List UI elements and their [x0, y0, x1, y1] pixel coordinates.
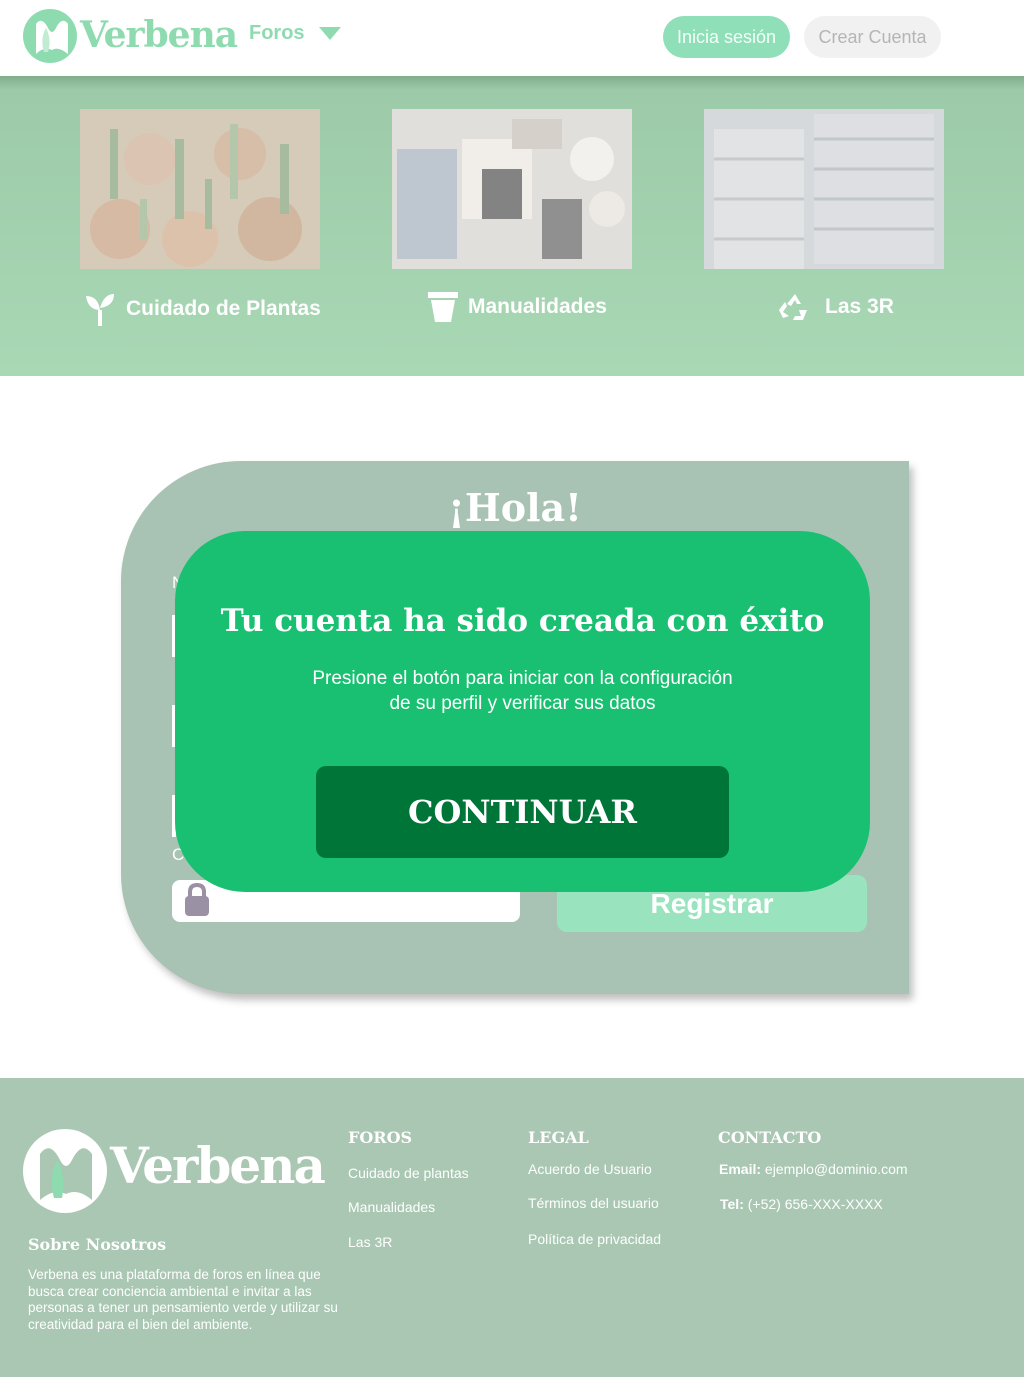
lock-icon — [185, 883, 209, 916]
footer-link-user-agreement[interactable]: Acuerdo de Usuario — [528, 1161, 652, 1177]
category-label: Las 3R — [825, 295, 894, 318]
footer-link-user-terms[interactable]: Términos del usuario — [528, 1195, 659, 1211]
about-heading: Sobre Nosotros — [28, 1235, 167, 1254]
category-label: Cuidado de Plantas — [126, 297, 321, 320]
site-footer: Verbena Sobre Nosotros Verbena es una pl… — [0, 1078, 1024, 1377]
footer-link-3r[interactable]: Las 3R — [348, 1234, 392, 1250]
verbena-logo[interactable]: Verbena — [22, 6, 238, 66]
login-button[interactable]: Inicia sesión — [663, 16, 790, 58]
category-label: Manualidades — [468, 295, 607, 318]
footer-link-privacy[interactable]: Política de privacidad — [528, 1231, 661, 1247]
about-text: Verbena es una plataforma de foros en lí… — [28, 1267, 338, 1332]
verbena-leaf-icon — [23, 1129, 107, 1213]
logo-text: Verbena — [80, 14, 238, 56]
site-header: Verbena Foros Inicia sesión Crear Cuenta — [0, 0, 1024, 76]
footer-link-plants[interactable]: Cuidado de plantas — [348, 1165, 469, 1181]
create-account-button[interactable]: Crear Cuenta — [804, 16, 941, 58]
foros-label: Foros — [249, 22, 305, 44]
modal-message-line1: Presione el botón para iniciar con la co… — [312, 668, 733, 689]
contact-phone: Tel: (+52) 656-XXX-XXXX — [720, 1196, 883, 1212]
category-3r[interactable]: Las 3R — [779, 292, 894, 322]
success-modal: Tu cuenta ha sido creada con éxito Presi… — [175, 531, 870, 892]
foros-heading: FOROS — [348, 1128, 413, 1147]
contact-email: Email: ejemplo@dominio.com — [719, 1161, 908, 1177]
contact-heading: CONTACTO — [718, 1128, 822, 1147]
legal-heading: LEGAL — [528, 1128, 589, 1147]
category-plants[interactable]: Cuidado de Plantas — [84, 292, 321, 326]
modal-message-line2: de su perfil y verificar sus datos — [389, 693, 656, 714]
modal-title: Tu cuenta ha sido creada con éxito — [220, 603, 825, 639]
plants-image[interactable] — [80, 109, 320, 269]
greeting-heading: ¡Hola! — [448, 485, 582, 530]
pot-icon — [428, 292, 458, 322]
recycling-image[interactable] — [704, 109, 944, 269]
header-shadow — [0, 76, 1024, 90]
recycle-icon — [779, 294, 807, 320]
continue-button[interactable]: CONTINUAR — [316, 766, 729, 858]
email-label: Email: — [719, 1161, 762, 1177]
sprout-icon — [86, 294, 114, 326]
modal-message: Presione el botón para iniciar con la co… — [265, 666, 780, 716]
footer-link-crafts[interactable]: Manualidades — [348, 1199, 435, 1215]
crafts-image[interactable] — [392, 109, 632, 269]
tel-value: (+52) 656-XXX-XXXX — [747, 1196, 883, 1212]
verbena-leaf-icon — [23, 9, 77, 63]
tel-label: Tel: — [720, 1196, 744, 1212]
footer-logo-text: Verbena — [110, 1136, 326, 1195]
email-value[interactable]: ejemplo@dominio.com — [765, 1161, 908, 1177]
chevron-down-icon — [318, 26, 341, 40]
foros-dropdown[interactable]: Foros — [249, 22, 341, 45]
category-crafts[interactable]: Manualidades — [428, 292, 607, 322]
